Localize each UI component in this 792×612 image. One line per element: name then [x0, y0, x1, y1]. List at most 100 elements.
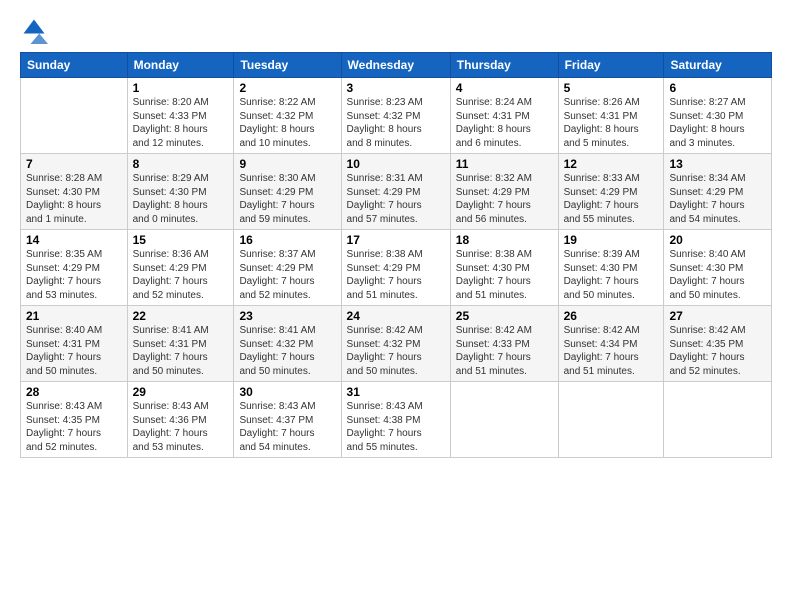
day-info: Sunrise: 8:42 AM Sunset: 4:32 PM Dayligh…	[347, 324, 445, 378]
header	[20, 16, 772, 44]
day-info: Sunrise: 8:35 AM Sunset: 4:29 PM Dayligh…	[26, 248, 122, 302]
calendar-cell: 18Sunrise: 8:38 AM Sunset: 4:30 PM Dayli…	[450, 230, 558, 306]
day-info: Sunrise: 8:43 AM Sunset: 4:38 PM Dayligh…	[347, 400, 445, 454]
day-number: 26	[564, 309, 659, 323]
calendar: SundayMondayTuesdayWednesdayThursdayFrid…	[20, 52, 772, 458]
day-info: Sunrise: 8:37 AM Sunset: 4:29 PM Dayligh…	[239, 248, 335, 302]
calendar-cell	[558, 382, 664, 458]
day-info: Sunrise: 8:43 AM Sunset: 4:36 PM Dayligh…	[133, 400, 229, 454]
calendar-cell: 21Sunrise: 8:40 AM Sunset: 4:31 PM Dayli…	[21, 306, 128, 382]
day-info: Sunrise: 8:34 AM Sunset: 4:29 PM Dayligh…	[669, 172, 766, 226]
day-info: Sunrise: 8:24 AM Sunset: 4:31 PM Dayligh…	[456, 96, 553, 150]
day-info: Sunrise: 8:38 AM Sunset: 4:29 PM Dayligh…	[347, 248, 445, 302]
day-number: 19	[564, 233, 659, 247]
day-number: 15	[133, 233, 229, 247]
calendar-cell: 11Sunrise: 8:32 AM Sunset: 4:29 PM Dayli…	[450, 154, 558, 230]
calendar-header-wednesday: Wednesday	[341, 53, 450, 78]
calendar-cell: 26Sunrise: 8:42 AM Sunset: 4:34 PM Dayli…	[558, 306, 664, 382]
calendar-cell: 25Sunrise: 8:42 AM Sunset: 4:33 PM Dayli…	[450, 306, 558, 382]
day-number: 17	[347, 233, 445, 247]
day-info: Sunrise: 8:42 AM Sunset: 4:35 PM Dayligh…	[669, 324, 766, 378]
calendar-cell: 6Sunrise: 8:27 AM Sunset: 4:30 PM Daylig…	[664, 78, 772, 154]
day-number: 11	[456, 157, 553, 171]
day-info: Sunrise: 8:29 AM Sunset: 4:30 PM Dayligh…	[133, 172, 229, 226]
day-info: Sunrise: 8:41 AM Sunset: 4:32 PM Dayligh…	[239, 324, 335, 378]
day-info: Sunrise: 8:42 AM Sunset: 4:33 PM Dayligh…	[456, 324, 553, 378]
day-info: Sunrise: 8:26 AM Sunset: 4:31 PM Dayligh…	[564, 96, 659, 150]
day-info: Sunrise: 8:22 AM Sunset: 4:32 PM Dayligh…	[239, 96, 335, 150]
day-number: 2	[239, 81, 335, 95]
day-number: 7	[26, 157, 122, 171]
calendar-cell: 29Sunrise: 8:43 AM Sunset: 4:36 PM Dayli…	[127, 382, 234, 458]
day-number: 23	[239, 309, 335, 323]
calendar-cell: 28Sunrise: 8:43 AM Sunset: 4:35 PM Dayli…	[21, 382, 128, 458]
calendar-cell	[450, 382, 558, 458]
calendar-cell: 13Sunrise: 8:34 AM Sunset: 4:29 PM Dayli…	[664, 154, 772, 230]
logo-icon	[20, 16, 48, 44]
day-number: 1	[133, 81, 229, 95]
day-info: Sunrise: 8:42 AM Sunset: 4:34 PM Dayligh…	[564, 324, 659, 378]
day-number: 24	[347, 309, 445, 323]
day-number: 25	[456, 309, 553, 323]
day-number: 4	[456, 81, 553, 95]
day-number: 12	[564, 157, 659, 171]
day-number: 28	[26, 385, 122, 399]
calendar-cell: 2Sunrise: 8:22 AM Sunset: 4:32 PM Daylig…	[234, 78, 341, 154]
day-number: 16	[239, 233, 335, 247]
day-number: 22	[133, 309, 229, 323]
day-info: Sunrise: 8:33 AM Sunset: 4:29 PM Dayligh…	[564, 172, 659, 226]
day-info: Sunrise: 8:43 AM Sunset: 4:37 PM Dayligh…	[239, 400, 335, 454]
calendar-cell: 24Sunrise: 8:42 AM Sunset: 4:32 PM Dayli…	[341, 306, 450, 382]
calendar-cell	[664, 382, 772, 458]
day-number: 3	[347, 81, 445, 95]
calendar-header-row: SundayMondayTuesdayWednesdayThursdayFrid…	[21, 53, 772, 78]
calendar-cell: 12Sunrise: 8:33 AM Sunset: 4:29 PM Dayli…	[558, 154, 664, 230]
day-info: Sunrise: 8:30 AM Sunset: 4:29 PM Dayligh…	[239, 172, 335, 226]
calendar-header-monday: Monday	[127, 53, 234, 78]
day-number: 14	[26, 233, 122, 247]
day-info: Sunrise: 8:32 AM Sunset: 4:29 PM Dayligh…	[456, 172, 553, 226]
day-number: 9	[239, 157, 335, 171]
day-number: 29	[133, 385, 229, 399]
calendar-header-sunday: Sunday	[21, 53, 128, 78]
calendar-cell	[21, 78, 128, 154]
calendar-week-2: 7Sunrise: 8:28 AM Sunset: 4:30 PM Daylig…	[21, 154, 772, 230]
calendar-header-tuesday: Tuesday	[234, 53, 341, 78]
day-info: Sunrise: 8:28 AM Sunset: 4:30 PM Dayligh…	[26, 172, 122, 226]
calendar-cell: 14Sunrise: 8:35 AM Sunset: 4:29 PM Dayli…	[21, 230, 128, 306]
calendar-cell: 7Sunrise: 8:28 AM Sunset: 4:30 PM Daylig…	[21, 154, 128, 230]
calendar-cell: 22Sunrise: 8:41 AM Sunset: 4:31 PM Dayli…	[127, 306, 234, 382]
day-info: Sunrise: 8:41 AM Sunset: 4:31 PM Dayligh…	[133, 324, 229, 378]
day-info: Sunrise: 8:43 AM Sunset: 4:35 PM Dayligh…	[26, 400, 122, 454]
logo	[20, 16, 52, 44]
day-number: 27	[669, 309, 766, 323]
day-number: 31	[347, 385, 445, 399]
calendar-cell: 19Sunrise: 8:39 AM Sunset: 4:30 PM Dayli…	[558, 230, 664, 306]
day-number: 21	[26, 309, 122, 323]
calendar-week-4: 21Sunrise: 8:40 AM Sunset: 4:31 PM Dayli…	[21, 306, 772, 382]
day-info: Sunrise: 8:27 AM Sunset: 4:30 PM Dayligh…	[669, 96, 766, 150]
calendar-week-1: 1Sunrise: 8:20 AM Sunset: 4:33 PM Daylig…	[21, 78, 772, 154]
calendar-cell: 8Sunrise: 8:29 AM Sunset: 4:30 PM Daylig…	[127, 154, 234, 230]
calendar-cell: 23Sunrise: 8:41 AM Sunset: 4:32 PM Dayli…	[234, 306, 341, 382]
day-info: Sunrise: 8:23 AM Sunset: 4:32 PM Dayligh…	[347, 96, 445, 150]
calendar-cell: 15Sunrise: 8:36 AM Sunset: 4:29 PM Dayli…	[127, 230, 234, 306]
calendar-week-3: 14Sunrise: 8:35 AM Sunset: 4:29 PM Dayli…	[21, 230, 772, 306]
calendar-cell: 27Sunrise: 8:42 AM Sunset: 4:35 PM Dayli…	[664, 306, 772, 382]
calendar-cell: 16Sunrise: 8:37 AM Sunset: 4:29 PM Dayli…	[234, 230, 341, 306]
day-number: 18	[456, 233, 553, 247]
calendar-cell: 5Sunrise: 8:26 AM Sunset: 4:31 PM Daylig…	[558, 78, 664, 154]
day-info: Sunrise: 8:40 AM Sunset: 4:31 PM Dayligh…	[26, 324, 122, 378]
day-number: 6	[669, 81, 766, 95]
calendar-cell: 17Sunrise: 8:38 AM Sunset: 4:29 PM Dayli…	[341, 230, 450, 306]
calendar-cell: 30Sunrise: 8:43 AM Sunset: 4:37 PM Dayli…	[234, 382, 341, 458]
calendar-cell: 3Sunrise: 8:23 AM Sunset: 4:32 PM Daylig…	[341, 78, 450, 154]
day-number: 30	[239, 385, 335, 399]
calendar-cell: 4Sunrise: 8:24 AM Sunset: 4:31 PM Daylig…	[450, 78, 558, 154]
day-info: Sunrise: 8:31 AM Sunset: 4:29 PM Dayligh…	[347, 172, 445, 226]
calendar-header-thursday: Thursday	[450, 53, 558, 78]
calendar-header-friday: Friday	[558, 53, 664, 78]
day-info: Sunrise: 8:40 AM Sunset: 4:30 PM Dayligh…	[669, 248, 766, 302]
day-number: 5	[564, 81, 659, 95]
day-number: 10	[347, 157, 445, 171]
